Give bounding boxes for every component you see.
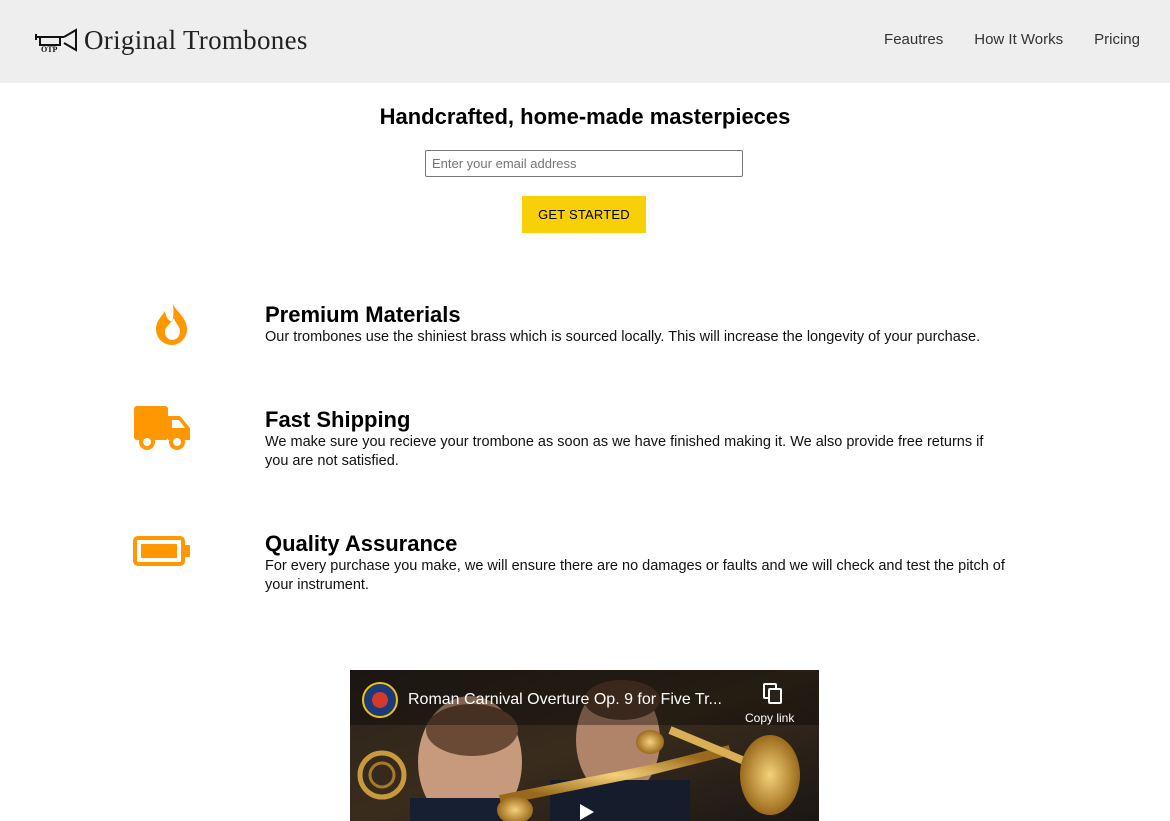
brand-name: Original Trombones bbox=[84, 25, 308, 55]
feature-text: Our trombones use the shiniest brass whi… bbox=[265, 329, 981, 345]
video-embed[interactable]: Roman Carnival Overture Op. 9 for Five T… bbox=[350, 670, 819, 821]
site-header: OTP Original Trombones Feautres How It W… bbox=[0, 0, 1170, 83]
nav-link-pricing[interactable]: Pricing bbox=[1094, 30, 1140, 50]
channel-avatar[interactable] bbox=[362, 682, 398, 718]
feature-text: We make sure you recieve your trombone a… bbox=[265, 434, 984, 469]
hero-title: Handcrafted, home-made masterpieces bbox=[379, 104, 791, 129]
get-started-button[interactable]: GET STARTED bbox=[522, 196, 646, 233]
copy-link-label[interactable]: Copy link bbox=[745, 710, 794, 726]
feature-title: Premium Materials bbox=[265, 302, 461, 327]
truck-icon bbox=[134, 406, 190, 450]
feature-title: Quality Assurance bbox=[265, 531, 458, 556]
feature-title: Fast Shipping bbox=[265, 407, 411, 432]
hero-section: Handcrafted, home-made masterpieces GET … bbox=[0, 100, 1170, 233]
feature-body: Premium Materials Our trombones use the … bbox=[265, 302, 1010, 347]
email-input[interactable] bbox=[425, 150, 743, 177]
fire-icon bbox=[156, 301, 187, 345]
feature-text: For every purchase you make, we will ens… bbox=[265, 558, 1005, 593]
logo-letters: OTP bbox=[41, 45, 58, 54]
feature-body: Quality Assurance For every purchase you… bbox=[265, 531, 1010, 595]
brand-logo[interactable]: OTP Original Trombones bbox=[34, 22, 308, 58]
nav-link-how-it-works[interactable]: How It Works bbox=[974, 30, 1063, 50]
video-title[interactable]: Roman Carnival Overture Op. 9 for Five T… bbox=[408, 690, 738, 710]
feature-body: Fast Shipping We make sure you recieve y… bbox=[265, 407, 1010, 471]
trumpet-logo-icon: OTP bbox=[35, 28, 77, 54]
play-icon[interactable] bbox=[576, 802, 596, 821]
channel-emblem bbox=[372, 692, 388, 708]
main-nav: Feautres How It Works Pricing bbox=[853, 30, 1140, 50]
copy-icon[interactable] bbox=[763, 683, 783, 705]
battery-full-icon bbox=[133, 536, 190, 566]
nav-link-features[interactable]: Feautres bbox=[884, 30, 943, 50]
